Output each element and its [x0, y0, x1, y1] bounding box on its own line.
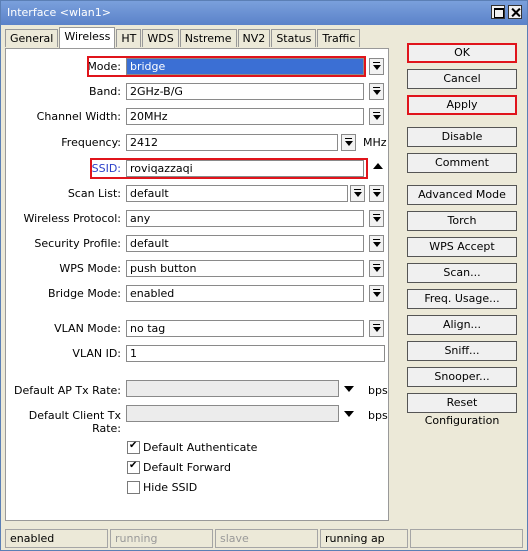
security-profile-label: Security Profile: — [34, 237, 121, 250]
apply-button[interactable]: Apply — [407, 95, 517, 115]
snooper-button[interactable]: Snooper... — [407, 367, 517, 387]
security-profile-select[interactable]: default — [126, 235, 364, 252]
status-empty — [410, 529, 523, 548]
status-running: running — [110, 529, 213, 548]
scan-button[interactable]: Scan... — [407, 263, 517, 283]
tab-nstreme[interactable]: Nstreme — [179, 29, 237, 47]
close-icon[interactable] — [508, 5, 522, 19]
wps-accept-button[interactable]: WPS Accept — [407, 237, 517, 257]
wireless-protocol-dropdown-icon[interactable] — [369, 210, 384, 227]
bridge-mode-dropdown-icon[interactable] — [369, 285, 384, 302]
vlan-mode-dropdown-icon[interactable] — [369, 320, 384, 337]
band-label: Band: — [89, 85, 121, 98]
interface-window: Interface <wlan1> General Wireless HT WD… — [0, 0, 528, 551]
security-profile-dropdown-icon[interactable] — [369, 235, 384, 252]
tab-general[interactable]: General — [5, 29, 59, 47]
sniff-button[interactable]: Sniff... — [407, 341, 517, 361]
default-forward-label: Default Forward — [143, 461, 231, 474]
vlan-mode-select[interactable]: no tag — [126, 320, 364, 337]
comment-button[interactable]: Comment — [407, 153, 517, 173]
wireless-protocol-select[interactable]: any — [126, 210, 364, 227]
channel-width-label: Channel Width: — [36, 110, 121, 123]
wps-mode-select[interactable]: push button — [126, 260, 364, 277]
band-dropdown-icon[interactable] — [369, 83, 384, 100]
tab-wireless[interactable]: Wireless — [59, 27, 116, 48]
cancel-button[interactable]: Cancel — [407, 69, 517, 89]
disable-button[interactable]: Disable — [407, 127, 517, 147]
bridge-mode-label: Bridge Mode: — [47, 287, 121, 300]
ok-button[interactable]: OK — [407, 43, 517, 63]
torch-button[interactable]: Torch — [407, 211, 517, 231]
tab-ht[interactable]: HT — [116, 29, 142, 47]
freq-usage-button[interactable]: Freq. Usage... — [407, 289, 517, 309]
hide-ssid-checkbox[interactable] — [127, 481, 140, 494]
advanced-mode-button[interactable]: Advanced Mode — [407, 185, 517, 205]
tab-bar: General Wireless HT WDS Nstreme NV2 Stat… — [5, 27, 361, 49]
tab-status[interactable]: Status — [271, 29, 317, 47]
frequency-unit: MHz — [363, 136, 387, 149]
status-enabled: enabled — [5, 529, 108, 548]
default-client-tx-rate-label: Default Client Tx Rate: — [28, 409, 121, 435]
maximize-icon[interactable] — [491, 5, 505, 19]
default-authenticate-checkbox[interactable] — [127, 440, 140, 454]
default-ap-tx-rate-label: Default AP Tx Rate: — [14, 384, 121, 397]
align-button[interactable]: Align... — [407, 315, 517, 335]
band-select[interactable]: 2GHz-B/G — [126, 83, 364, 100]
default-ap-tx-rate-dropdown-icon[interactable] — [344, 386, 354, 392]
default-client-tx-rate-input[interactable] — [126, 405, 339, 422]
frequency-select[interactable]: 2412 — [126, 134, 338, 151]
ssid-highlight-box — [90, 158, 368, 179]
vlan-id-input[interactable]: 1 — [126, 345, 385, 362]
status-slave: slave — [215, 529, 318, 548]
scan-list-label: Scan List: — [67, 187, 121, 200]
default-client-tx-rate-dropdown-icon[interactable] — [344, 411, 354, 417]
scan-list-dropdown-icon[interactable] — [350, 185, 365, 202]
reset-configuration-button[interactable]: Reset Configuration — [407, 393, 517, 427]
frequency-dropdown-icon[interactable] — [341, 134, 356, 151]
channel-width-dropdown-icon[interactable] — [369, 108, 384, 125]
scan-list-select[interactable]: default — [126, 185, 348, 202]
status-running-ap: running ap — [320, 529, 408, 548]
default-client-tx-rate-unit: bps — [368, 409, 388, 422]
bridge-mode-select[interactable]: enabled — [126, 285, 364, 302]
window-title: Interface <wlan1> — [7, 6, 111, 19]
tab-wds[interactable]: WDS — [142, 29, 179, 47]
vlan-mode-label: VLAN Mode: — [54, 322, 121, 335]
scan-list-expand-icon[interactable] — [369, 185, 384, 202]
default-authenticate-label: Default Authenticate — [143, 441, 258, 454]
default-ap-tx-rate-unit: bps — [368, 384, 388, 397]
mode-highlight-box — [87, 56, 366, 77]
title-bar[interactable]: Interface <wlan1> — [1, 1, 527, 25]
wireless-protocol-label: Wireless Protocol: — [23, 212, 121, 225]
wps-mode-dropdown-icon[interactable] — [369, 260, 384, 277]
default-forward-checkbox[interactable] — [127, 460, 140, 474]
collapse-arrow-icon[interactable] — [373, 163, 383, 169]
tab-traffic[interactable]: Traffic — [317, 29, 361, 47]
mode-dropdown-icon[interactable] — [369, 58, 384, 75]
vlan-id-label: VLAN ID: — [72, 347, 121, 360]
default-ap-tx-rate-input[interactable] — [126, 380, 339, 397]
wps-mode-label: WPS Mode: — [59, 262, 121, 275]
hide-ssid-label: Hide SSID — [143, 481, 198, 494]
frequency-label: Frequency: — [61, 136, 121, 149]
tab-nv2[interactable]: NV2 — [237, 29, 271, 47]
channel-width-select[interactable]: 20MHz — [126, 108, 364, 125]
